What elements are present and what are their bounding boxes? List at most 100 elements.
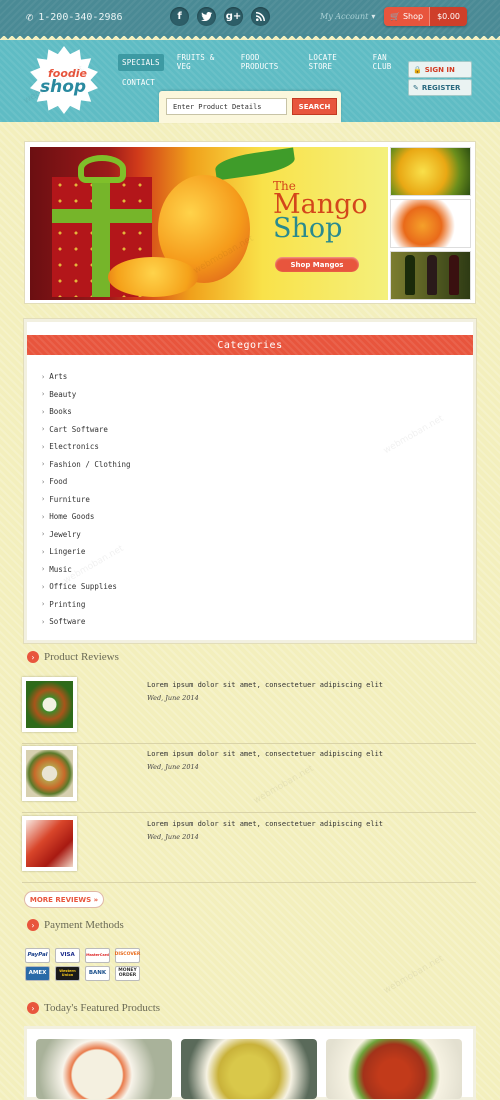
category-item[interactable]: › Beauty [41, 386, 131, 404]
top-bar: ✆ 1-200-340-2986 f g+ My Account ▾ 🛒 Shop… [0, 0, 500, 36]
category-label: Cart Software [49, 424, 108, 434]
product-reviews-heading: › Product Reviews [27, 651, 119, 663]
search-input[interactable]: Enter Product Details [166, 98, 287, 115]
chevron-right-icon: › [41, 547, 46, 556]
google-plus-icon[interactable]: g+ [224, 7, 243, 26]
register-button[interactable]: ✎ REGISTER [408, 79, 472, 96]
pencil-icon: ✎ [413, 83, 419, 92]
nav-locate-store[interactable]: LOCATE STORE [305, 49, 360, 75]
visa-icon: VISA [55, 948, 80, 963]
review-text: Lorem ipsum dolor sit amet, consectetuer… [147, 681, 384, 689]
category-item[interactable]: › Software [41, 613, 131, 631]
nav-fruits-veg[interactable]: FRUITS & VEG [173, 49, 228, 75]
rss-icon[interactable] [251, 7, 270, 26]
featured-product-image[interactable] [181, 1039, 317, 1099]
category-item[interactable]: › Books [41, 403, 131, 421]
arrow-circle-icon: › [27, 1002, 39, 1014]
category-item[interactable]: › Electronics [41, 438, 131, 456]
category-item[interactable]: › Arts [41, 368, 131, 386]
my-account-link[interactable]: My Account ▾ [320, 12, 375, 21]
review-thumbnail[interactable] [22, 746, 77, 801]
chevron-right-icon: › [41, 425, 46, 434]
featured-product-image[interactable] [36, 1039, 172, 1099]
review-thumbnail[interactable] [22, 816, 77, 871]
chevron-right-icon: › [41, 495, 46, 504]
review-item[interactable]: Lorem ipsum dolor sit amet, consectetuer… [22, 743, 476, 813]
chevron-right-icon: › [41, 442, 46, 451]
lock-icon: 🔒 [413, 65, 422, 74]
western-union-icon: Western Union [55, 966, 80, 981]
review-food-image [26, 681, 73, 728]
chevron-right-icon: › [41, 460, 46, 469]
review-date: Wed, June 2014 [147, 833, 199, 841]
featured-product-image[interactable] [326, 1039, 462, 1099]
nav-food-products[interactable]: FOOD PRODUCTS [237, 49, 296, 75]
category-label: Printing [49, 599, 86, 609]
phone-icon: ✆ [26, 10, 34, 24]
category-item[interactable]: › Cart Software [41, 421, 131, 439]
chevron-right-icon: › [41, 390, 46, 399]
banner-thumb-lemons[interactable] [390, 147, 471, 196]
chevron-right-icon: › [41, 617, 46, 626]
site-logo[interactable]: foodie shop [30, 46, 98, 114]
facebook-icon[interactable]: f [170, 7, 189, 26]
chevron-right-icon: › [41, 477, 46, 486]
category-item[interactable]: › Lingerie [41, 543, 131, 561]
chevron-right-icon: › [41, 372, 46, 381]
review-date: Wed, June 2014 [147, 763, 199, 771]
categories-panel: Categories › Arts › Beauty › Books › Cart So… [24, 319, 476, 643]
twitter-icon[interactable] [197, 7, 216, 26]
phone-contact: ✆ 1-200-340-2986 [26, 10, 123, 24]
discover-icon: DISCOVER [115, 948, 140, 963]
paypal-icon: PayPal [25, 948, 50, 963]
cart-label-text: Shop [402, 12, 424, 21]
banner-thumb-bottles[interactable] [390, 251, 471, 300]
gift-ribbon-horizontal [52, 209, 152, 223]
chevron-right-icon: › [41, 565, 46, 574]
arrow-circle-icon: › [27, 919, 39, 931]
sign-in-label: SIGN IN [424, 65, 455, 74]
category-item[interactable]: › Jewelry [41, 526, 131, 544]
nav-fan-club[interactable]: FAN CLUB [369, 49, 408, 75]
category-item[interactable]: › Office Supplies [41, 578, 131, 596]
cart-button[interactable]: 🛒 Shop $0.00 [384, 7, 467, 26]
nav-specials[interactable]: SPECIALS [118, 53, 164, 71]
bottle [405, 255, 415, 295]
review-item[interactable]: Lorem ipsum dolor sit amet, consectetuer… [22, 674, 476, 744]
cart-total: $0.00 [429, 7, 467, 26]
chevron-right-icon: › [41, 600, 46, 609]
banner-main-slide[interactable]: The Mango Shop Shop Mangos [30, 147, 388, 300]
register-label: REGISTER [421, 83, 461, 92]
review-date: Wed, June 2014 [147, 694, 199, 702]
category-item[interactable]: › Home Goods [41, 508, 131, 526]
mastercard-icon: MasterCard [85, 948, 110, 963]
category-item[interactable]: › Furniture [41, 491, 131, 509]
payment-methods-title: Payment Methods [44, 919, 124, 931]
amex-icon: AMEX [25, 966, 50, 981]
banner-thumb-orange[interactable] [390, 199, 471, 248]
sign-in-button[interactable]: 🔒 SIGN IN [408, 61, 472, 78]
search-button[interactable]: SEARCH [292, 98, 337, 115]
bottle [427, 255, 437, 295]
hero-banner: The Mango Shop Shop Mangos [24, 141, 476, 304]
category-item[interactable]: › Printing [41, 596, 131, 614]
chevron-right-icon: › [41, 582, 46, 591]
arrow-circle-icon: › [27, 651, 39, 663]
gift-bow [78, 155, 126, 183]
more-reviews-button[interactable]: MORE REVIEWS » [24, 891, 104, 908]
featured-products-heading: › Today's Featured Products [27, 1002, 160, 1014]
category-label: Beauty [49, 389, 77, 399]
review-thumbnail[interactable] [22, 677, 77, 732]
category-item[interactable]: › Music [41, 561, 131, 579]
category-label: Lingerie [49, 547, 86, 557]
review-item[interactable]: Lorem ipsum dolor sit amet, consectetuer… [22, 813, 476, 883]
payment-methods-heading: › Payment Methods [27, 919, 124, 931]
category-item[interactable]: › Food [41, 473, 131, 491]
review-text: Lorem ipsum dolor sit amet, consectetuer… [147, 750, 384, 758]
featured-products-panel [24, 1026, 476, 1100]
category-item[interactable]: › Fashion / Clothing [41, 456, 131, 474]
nav-contact[interactable]: CONTACT [118, 74, 159, 91]
category-label: Food [49, 477, 68, 487]
shop-mangos-button[interactable]: Shop Mangos [275, 257, 359, 272]
cart-icon: 🛒 [390, 12, 400, 21]
